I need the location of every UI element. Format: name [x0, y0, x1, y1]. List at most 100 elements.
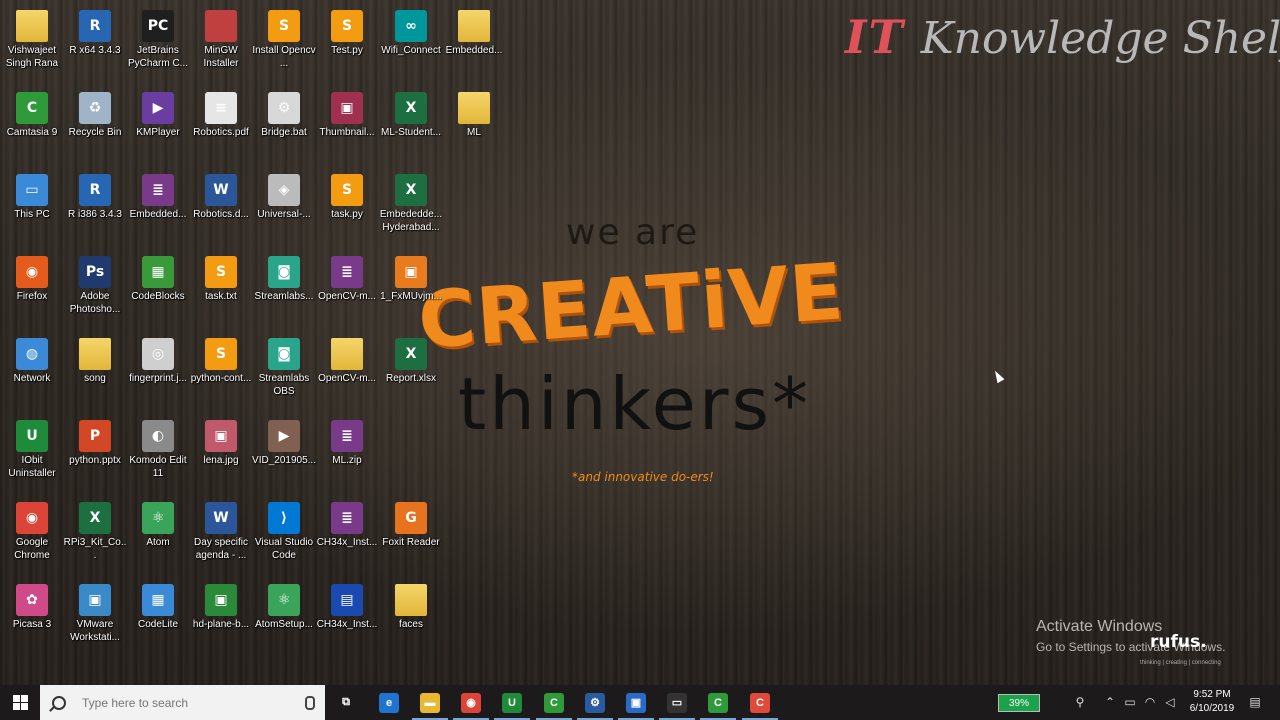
video-file-icon: ▶ — [268, 420, 300, 452]
battery-indicator[interactable]: 39% — [998, 694, 1040, 712]
komodo-icon: ◐ — [142, 420, 174, 452]
desktop-icon-label: task.py — [331, 209, 363, 220]
desktop-icon[interactable]: MinGW Installer — [189, 6, 253, 70]
desktop-icon-label: This PC — [14, 209, 50, 220]
clock[interactable]: 9:52 PM 6/10/2019 — [1180, 688, 1244, 716]
taskbar-button[interactable]: ⧉ — [328, 687, 364, 718]
desktop-icon[interactable]: ML — [442, 88, 506, 139]
taskbar-button[interactable]: ⚙ — [577, 687, 613, 720]
desktop-icon[interactable]: ⟩ Visual Studio Code — [252, 498, 316, 562]
desktop-icon[interactable]: R R i386 3.4.3 — [63, 170, 127, 221]
desktop-icon[interactable]: ▭ This PC — [0, 170, 64, 221]
desktop-icon[interactable]: G Foxit Reader — [379, 498, 443, 549]
word-icon: W — [205, 174, 237, 206]
desktop-icon[interactable]: Stask.py — [315, 170, 379, 221]
desktop-icon[interactable]: ≡ Robotics.pdf — [189, 88, 253, 139]
desktop-icon[interactable]: ▣ 1_FxMUvjm... — [379, 252, 443, 303]
desktop-icon[interactable]: ▤ CH34x_Inst... — [315, 580, 379, 631]
desktop-icon[interactable]: ≣ Embedded... — [126, 170, 190, 221]
taskbar-button[interactable]: ▣ — [618, 687, 654, 720]
clock-date: 6/10/2019 — [1189, 703, 1235, 714]
desktop-icon[interactable]: ◙ Streamlabs OBS — [252, 334, 316, 398]
taskbar-button[interactable]: ◉ — [453, 687, 489, 720]
desktop-icon[interactable]: PC JetBrains PyCharm C... — [126, 6, 190, 70]
desktop-icon[interactable]: song — [63, 334, 127, 385]
desktop-icon-label: Install Opencv ... — [252, 45, 316, 69]
microphone-icon[interactable] — [305, 696, 315, 710]
clock-time: 9:52 PM — [1193, 689, 1231, 700]
notification-icon[interactable]: ▤ — [1248, 695, 1262, 709]
desktop-icon[interactable]: Ps Adobe Photosho... — [63, 252, 127, 316]
desktop-icon[interactable]: ⚛ Atom — [126, 498, 190, 549]
computer-icon: ▭ — [16, 174, 48, 206]
rufus-logo: rufus. — [1150, 632, 1207, 652]
sublime-file-icon: S — [268, 10, 300, 42]
desktop-icon[interactable]: Vishwajeet Singh Rana — [0, 6, 64, 70]
desktop-icon[interactable]: faces — [379, 580, 443, 631]
wallpaper-creative: CREATiVE — [415, 247, 848, 367]
desktop-icon[interactable]: C Camtasia 9 — [0, 88, 64, 139]
desktop-icon[interactable]: ▣ Thumbnail... — [315, 88, 379, 139]
desktop-icon[interactable]: ▶ VID_201905... — [252, 416, 316, 467]
desktop-icon[interactable]: R R x64 3.4.3 — [63, 6, 127, 57]
taskbar-button[interactable]: U — [494, 687, 530, 720]
desktop-icon[interactable]: ∞ Wifi_Connect — [379, 6, 443, 57]
desktop-icon[interactable]: OpenCV-m... — [315, 334, 379, 385]
desktop-icon[interactable]: ≣ OpenCV-m... — [315, 252, 379, 303]
winrar-icon: ≣ — [331, 256, 363, 288]
desktop-icon[interactable]: ♻ Recycle Bin — [63, 88, 127, 139]
desktop-icon[interactable]: X Report.xlsx — [379, 334, 443, 385]
desktop-icon[interactable]: W Day specific agenda - ... — [189, 498, 253, 562]
desktop-icon[interactable]: ⚙ Bridge.bat — [252, 88, 316, 139]
desktop-icon[interactable]: X ML-Student... — [379, 88, 443, 139]
picasa-icon: ✿ — [16, 584, 48, 616]
desktop-icon[interactable]: ◉ Google Chrome — [0, 498, 64, 562]
people-icon[interactable]: ⚲ — [1073, 695, 1087, 709]
desktop-icon[interactable]: ✿ Picasa 3 — [0, 580, 64, 631]
search-input[interactable] — [80, 694, 304, 711]
desktop-icon[interactable]: ◙ Streamlabs... — [252, 252, 316, 303]
desktop-icon[interactable]: X RPi3_Kit_Co... — [63, 498, 127, 562]
desktop-icon[interactable]: Ppython.pptx — [63, 416, 127, 467]
taskbar-button[interactable]: C — [742, 687, 778, 720]
desktop-icon-label: Picasa 3 — [12, 619, 52, 630]
desktop-icon[interactable]: ≣ ML.zip — [315, 416, 379, 467]
desktop-icon[interactable]: ◍ Network — [0, 334, 64, 385]
desktop-icon[interactable]: X Embededde... Hyderabad... — [379, 170, 443, 234]
volume-icon[interactable]: ◁ — [1163, 695, 1177, 709]
taskbar-search[interactable] — [40, 685, 325, 720]
installer-icon: ▤ — [331, 584, 363, 616]
desktop-icon[interactable]: ▣ lena.jpg — [189, 416, 253, 467]
chevron-up-icon[interactable]: ⌃ — [1103, 695, 1117, 709]
desktop-icon[interactable]: ◉ Firefox — [0, 252, 64, 303]
edge-icon: e — [379, 692, 399, 713]
desktop-icon[interactable]: ⚛ AtomSetup... — [252, 580, 316, 631]
desktop-icon[interactable]: ▣ VMware Workstati... — [63, 580, 127, 644]
taskbar-button[interactable]: e — [371, 687, 407, 718]
desktop-icon[interactable]: ▦ CodeLite — [126, 580, 190, 631]
desktop-icon[interactable]: ◈ Universal-... — [252, 170, 316, 221]
taskbar-button[interactable]: C — [700, 687, 736, 720]
desktop-icon[interactable]: Stask.txt — [189, 252, 253, 303]
desktop-icon[interactable]: ▦ CodeBlocks — [126, 252, 190, 303]
taskbar-button[interactable]: ▭ — [659, 687, 695, 720]
desktop-icon[interactable]: Embedded... — [442, 6, 506, 57]
start-button[interactable] — [0, 685, 40, 720]
recycle-bin-icon: ♻ — [79, 92, 111, 124]
taskbar-button[interactable]: C — [536, 687, 572, 720]
desktop-icon[interactable]: S Install Opencv ... — [252, 6, 316, 70]
desktop-icon[interactable]: ◎ fingerprint.j... — [126, 334, 190, 385]
desktop-icon[interactable]: ▣ hd-plane-b... — [189, 580, 253, 631]
desktop-icon[interactable]: W Robotics.d... — [189, 170, 253, 221]
desktop-icon[interactable]: U IObit Uninstaller — [0, 416, 64, 480]
wifi-icon[interactable]: ◠ — [1143, 695, 1157, 709]
wallpaper-brand: IT Knowledge Shelf — [845, 10, 1280, 70]
battery-icon[interactable]: ▭ — [1123, 695, 1137, 709]
desktop[interactable]: IT Knowledge Shelf we are CREATiVE thinke… — [0, 0, 1280, 685]
desktop-icon[interactable]: S Test.py — [315, 6, 379, 57]
desktop-icon[interactable]: Spython-cont... — [189, 334, 253, 385]
desktop-icon[interactable]: ◐ Komodo Edit 11 — [126, 416, 190, 480]
desktop-icon[interactable]: ≣ CH34x_Inst... — [315, 498, 379, 549]
taskbar-button[interactable]: ▬ — [412, 687, 448, 720]
desktop-icon[interactable]: ▶ KMPlayer — [126, 88, 190, 139]
